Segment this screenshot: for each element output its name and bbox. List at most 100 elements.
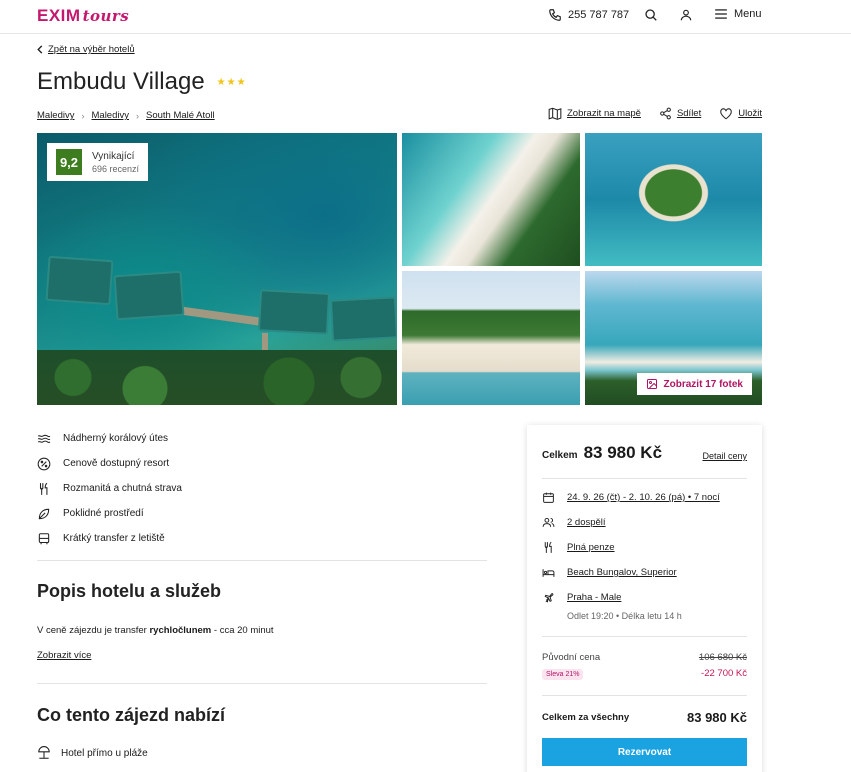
gallery-main-photo[interactable]: 9,2 Vynikající 696 recenzí — [37, 133, 397, 405]
show-more-link[interactable]: Zobrazit více — [37, 650, 91, 661]
cutlery-icon — [544, 541, 552, 553]
save-label: Uložit — [738, 108, 762, 119]
guests-selector[interactable]: 2 dospělí — [542, 516, 606, 529]
map-icon — [548, 107, 562, 120]
gallery-photo-4[interactable] — [402, 271, 580, 405]
divider — [542, 695, 747, 696]
price-detail-link[interactable]: Detail ceny — [702, 451, 747, 461]
user-icon — [680, 9, 692, 21]
rating-badge: 9,2 Vynikající 696 recenzí — [47, 143, 149, 181]
total-price-row: Celkem 83 980 Kč — [542, 443, 662, 463]
feature-list: Nádherný korálový útes Cenově dostupný r… — [37, 426, 182, 551]
flight-info: Odlet 19:20 • Délka letu 14 h — [567, 611, 682, 621]
total-label: Celkem — [542, 450, 578, 461]
show-map-label: Zobrazit na mapě — [567, 108, 641, 119]
user-button[interactable] — [679, 8, 693, 27]
heart-icon — [720, 108, 733, 120]
feature-label: Nádherný korálový útes — [63, 433, 169, 444]
original-price-label: Původní cena — [542, 652, 601, 663]
leaf-icon — [38, 508, 50, 519]
show-all-photos-button[interactable]: Zobrazit 17 fotek — [636, 373, 752, 395]
list-item: Nádherný korálový útes — [37, 426, 182, 451]
image-icon — [646, 379, 657, 389]
cutlery-icon — [39, 482, 48, 495]
list-item: Rozmanitá a chutná strava — [37, 476, 182, 501]
breadcrumb-item-country[interactable]: Maledivy — [37, 110, 75, 121]
grand-total-label: Celkem za všechny — [542, 712, 630, 723]
flight-selector[interactable]: Praha - Male — [542, 591, 621, 604]
percent-icon — [37, 457, 51, 470]
hotel-actions: Zobrazit na mapě Sdílet Uložit — [548, 107, 762, 120]
description-text: V ceně zájezdu je transfer rychločlunem … — [37, 625, 274, 636]
review-count: 696 recenzí — [92, 163, 140, 174]
chevron-left-icon — [37, 45, 43, 54]
list-item: Poklidné prostředí — [37, 501, 182, 526]
show-all-photos-label: Zobrazit 17 fotek — [663, 378, 743, 390]
grand-total-price: 83 980 Kč — [687, 710, 747, 725]
waves-icon — [37, 434, 51, 443]
dates-value: 24. 9. 26 (čt) - 2. 10. 26 (pá) • 7 nocí — [567, 492, 720, 503]
page-title: Embudu Village ★★★ — [37, 68, 247, 96]
chevron-right-icon: › — [136, 110, 139, 121]
feature-label: Rozmanitá a chutná strava — [63, 483, 182, 494]
logo[interactable]: EXIM tours — [37, 6, 129, 26]
section-title-description: Popis hotelu a služeb — [37, 581, 222, 601]
chevron-right-icon: › — [81, 110, 85, 121]
gallery-photo-3[interactable] — [585, 133, 762, 266]
top-header: EXIM tours 255 787 787 Menu — [0, 0, 851, 34]
share-button[interactable]: Sdílet — [659, 107, 701, 120]
feature-label: Cenově dostupný resort — [63, 458, 170, 469]
rating-label: Vynikající — [92, 150, 135, 162]
flight-value: Praha - Male — [567, 592, 622, 603]
dates-selector[interactable]: 24. 9. 26 (čt) - 2. 10. 26 (pá) • 7 nocí — [542, 491, 720, 504]
booking-card: Celkem 83 980 Kč Detail ceny 24. 9. 26 (… — [527, 425, 762, 772]
back-link-label: Zpět na výběr hotelů — [48, 44, 135, 55]
breadcrumb-item-region[interactable]: Maledivy — [92, 110, 130, 121]
beach-umbrella-icon — [38, 746, 50, 759]
feature-label: Poklidné prostředí — [63, 508, 144, 519]
room-selector[interactable]: Beach Bungalov, Superior — [542, 566, 677, 579]
section-title-offer: Co tento zájezd nabízí — [37, 705, 226, 725]
phone-number: 255 787 787 — [568, 9, 630, 21]
people-icon — [542, 517, 555, 527]
original-price: 106 680 Kč — [698, 652, 747, 663]
hamburger-icon — [715, 9, 727, 19]
list-item: Cenově dostupný resort — [37, 451, 182, 476]
feature-label: Krátký transfer z letiště — [63, 533, 165, 544]
gallery-photo-2[interactable] — [402, 133, 580, 266]
search-button[interactable] — [644, 8, 658, 27]
board-selector[interactable]: Plná penze — [542, 541, 615, 554]
list-item: Hotel přímo u pláže — [37, 746, 148, 760]
room-value: Beach Bungalov, Superior — [567, 567, 677, 578]
offer-item-label: Hotel přímo u pláže — [61, 747, 148, 759]
divider — [542, 478, 747, 479]
menu-button[interactable]: Menu — [714, 8, 762, 20]
reserve-button[interactable]: Rezervovat — [542, 738, 747, 766]
hotel-name: Embudu Village — [37, 68, 205, 95]
board-value: Plná penze — [567, 542, 615, 553]
breadcrumb-item-atoll[interactable]: South Malé Atoll — [146, 110, 215, 121]
back-link[interactable]: Zpět na výběr hotelů — [37, 44, 135, 55]
divider — [37, 683, 487, 684]
guests-value: 2 dospělí — [567, 517, 606, 528]
bus-icon — [38, 532, 50, 544]
search-icon — [645, 9, 657, 21]
phone-icon — [549, 9, 561, 21]
total-price: 83 980 Kč — [583, 443, 663, 462]
phone-link[interactable]: 255 787 787 — [548, 8, 629, 22]
rating-score: 9,2 — [56, 149, 82, 175]
show-map-button[interactable]: Zobrazit na mapě — [548, 107, 641, 120]
divider — [37, 560, 487, 561]
menu-label: Menu — [734, 8, 762, 20]
gallery-photo-5[interactable]: Zobrazit 17 fotek — [585, 271, 762, 405]
divider — [542, 636, 747, 637]
star-rating: ★★★ — [216, 76, 247, 88]
bed-icon — [542, 569, 555, 577]
discount-value: -22 700 Kč — [701, 668, 747, 679]
list-item: Krátký transfer z letiště — [37, 526, 182, 551]
discount-badge: Sleva 21% — [542, 669, 584, 680]
save-button[interactable]: Uložit — [719, 107, 762, 120]
airplane-icon — [544, 593, 554, 603]
share-label: Sdílet — [676, 108, 702, 119]
calendar-icon — [543, 492, 554, 503]
